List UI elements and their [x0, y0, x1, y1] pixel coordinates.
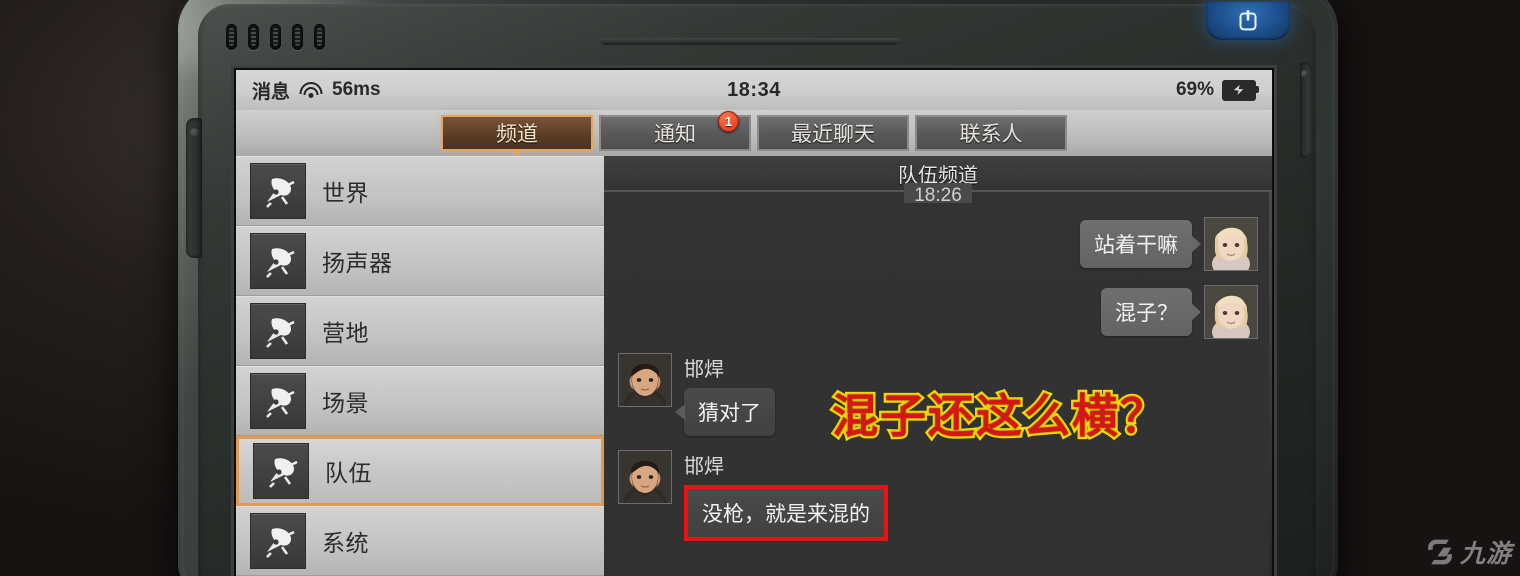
- tab-contacts[interactable]: 联系人: [915, 115, 1067, 151]
- watermark-text: 九游: [1459, 540, 1512, 568]
- message-username: 邯焊: [684, 359, 724, 381]
- satellite-dish-icon: [250, 513, 306, 569]
- sidebar-item-label: 营地: [322, 320, 369, 346]
- satellite-dish-icon: [250, 303, 306, 359]
- chat-tab-bar: 频道 通知 1 最近聊天 联系人: [236, 110, 1272, 156]
- satellite-dish-icon: [250, 373, 306, 429]
- sidebar-item-camp[interactable]: 营地: [236, 296, 604, 366]
- power-icon: [1239, 10, 1257, 31]
- message-bubble[interactable]: 猜对了: [675, 388, 775, 436]
- tab-notifications[interactable]: 通知 1: [599, 111, 751, 151]
- battery-charging-icon: [1222, 79, 1259, 101]
- sidebar-item-speaker[interactable]: 扬声器: [236, 226, 604, 296]
- tab-contacts-label: 联系人: [959, 123, 1023, 146]
- chat-message-row: 站着干嘛: [618, 217, 1258, 271]
- chat-panel: 队伍频道 18:26 站着干嘛 混子？ 邯焊 猜对了 邯焊 没枪，就是来混的 混…: [604, 156, 1272, 576]
- watermark: 九游: [1425, 534, 1512, 570]
- tab-notifications-label: 通知: [654, 123, 696, 146]
- chat-message-scroll[interactable]: 18:26 站着干嘛 混子？ 邯焊 猜对了 邯焊 没枪，就是来混的: [604, 183, 1272, 541]
- sidebar-item-label: 系统: [322, 530, 369, 556]
- power-button[interactable]: [1206, 2, 1290, 40]
- sidebar-item-system[interactable]: 系统: [236, 506, 604, 576]
- device-right-screw: [1301, 70, 1309, 78]
- sidebar-item-world[interactable]: 世界: [236, 156, 604, 226]
- avatar[interactable]: [1204, 217, 1258, 271]
- highlight-annotation-box: 没枪，就是来混的: [684, 485, 888, 541]
- sidebar-item-team[interactable]: 队伍: [236, 436, 604, 506]
- channel-list-sidebar: 世界 扬声器 营地 场景 队伍 系统: [236, 156, 604, 576]
- avatar[interactable]: [618, 450, 672, 504]
- sidebar-item-scene[interactable]: 场景: [236, 366, 604, 436]
- screenshot-root: 消息 56ms 18:34 69% 频道 通知 1 最近聊天 联系人 世界 扬声…: [0, 0, 1520, 576]
- clock-time: 18:34: [727, 78, 781, 101]
- tab-recent-chats-label: 最近聊天: [791, 123, 875, 146]
- message-content: 邯焊 没枪，就是来混的: [684, 450, 888, 541]
- satellite-dish-icon: [250, 233, 306, 289]
- message-content: 邯焊 猜对了: [675, 353, 775, 436]
- chat-timestamp: 18:26: [904, 183, 972, 203]
- chat-body: 世界 扬声器 营地 场景 队伍 系统 队伍频道 18:26 站着干嘛 混子？ 邯…: [236, 156, 1272, 576]
- status-bar: 消息 56ms 18:34 69%: [236, 70, 1272, 110]
- overlay-meme-text: 混子还这么横？: [830, 388, 1169, 445]
- device-left-port: [186, 118, 202, 258]
- status-bar-right: 69%: [1175, 79, 1259, 101]
- message-bubble[interactable]: 混子？: [1101, 288, 1192, 336]
- sidebar-item-label: 场景: [322, 390, 369, 416]
- chat-message-row: 混子？: [618, 285, 1258, 339]
- chat-message-row: 邯焊 没枪，就是来混的: [618, 450, 1258, 541]
- message-username: 邯焊: [684, 456, 724, 478]
- chat-timestamp-divider: 18:26: [618, 183, 1258, 203]
- tablet-screen: 消息 56ms 18:34 69% 频道 通知 1 最近聊天 联系人 世界 扬声…: [236, 70, 1272, 576]
- message-bubble[interactable]: 没枪，就是来混的: [688, 489, 884, 537]
- speaker-grille-icon: [226, 24, 325, 50]
- jiuyou-logo-icon: [1428, 539, 1452, 565]
- battery-percent: 69%: [1175, 79, 1214, 100]
- tab-recent-chats[interactable]: 最近聊天: [757, 115, 909, 151]
- avatar[interactable]: [1204, 285, 1258, 339]
- sidebar-item-label: 世界: [322, 180, 369, 206]
- device-left-screw: [190, 128, 199, 137]
- tab-channel-label: 频道: [496, 123, 538, 146]
- device-top-seam: [600, 38, 900, 45]
- sidebar-item-label: 队伍: [325, 460, 372, 486]
- avatar[interactable]: [618, 353, 672, 407]
- satellite-dish-icon: [250, 163, 306, 219]
- sidebar-item-label: 扬声器: [322, 250, 393, 276]
- message-bubble[interactable]: 站着干嘛: [1080, 220, 1192, 268]
- tab-channel[interactable]: 频道: [441, 115, 593, 151]
- satellite-dish-icon: [253, 443, 309, 499]
- notification-badge: 1: [718, 111, 739, 132]
